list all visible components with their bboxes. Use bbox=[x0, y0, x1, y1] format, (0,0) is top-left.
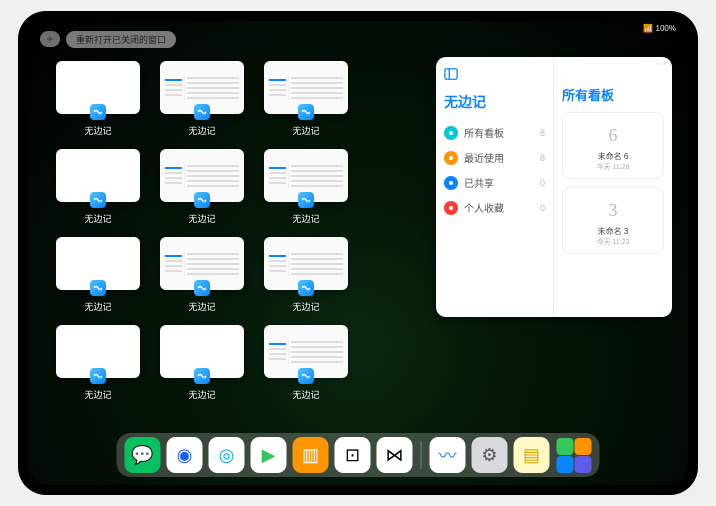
category-icon bbox=[444, 176, 458, 190]
freeform-app-icon bbox=[194, 192, 210, 208]
dock-app-dice[interactable]: ⊡ bbox=[335, 437, 371, 473]
sidebar-item-label: 已共享 bbox=[464, 175, 494, 190]
window-thumbnail[interactable]: 无边记 bbox=[160, 237, 244, 313]
ipad-device: 📶 100% + 重新打开已关闭的窗口 无边记无边记无边记无边记无边记无边记无边… bbox=[18, 11, 698, 495]
sidebar-item-count: 8 bbox=[540, 153, 545, 163]
window-grid: 无边记无边记无边记无边记无边记无边记无边记无边记无边记无边记无边记无边记 bbox=[56, 57, 424, 429]
thumbnail-label: 无边记 bbox=[84, 388, 111, 401]
sidebar-item-label: 最近使用 bbox=[464, 150, 504, 165]
wifi-icon: 📶 bbox=[643, 24, 653, 33]
dock-app-browser1[interactable]: ◉ bbox=[167, 437, 203, 473]
sidebar-item-count: 0 bbox=[540, 203, 545, 213]
dock-app-books[interactable]: ▥ bbox=[293, 437, 329, 473]
window-thumbnail[interactable]: 无边记 bbox=[56, 149, 140, 225]
window-thumbnail[interactable]: 无边记 bbox=[264, 149, 348, 225]
panel-right-title: 所有看板 bbox=[562, 85, 664, 104]
board-name: 未命名 6 bbox=[598, 151, 629, 162]
category-icon bbox=[444, 126, 458, 140]
panel-title: 无边记 bbox=[444, 92, 545, 112]
battery-label: 100% bbox=[656, 24, 676, 33]
status-bar: 📶 100% bbox=[643, 24, 676, 33]
freeform-app-icon bbox=[90, 368, 106, 384]
dock-app-library[interactable] bbox=[556, 437, 592, 473]
board-name: 未命名 3 bbox=[598, 226, 629, 237]
reopen-closed-window-pill[interactable]: 重新打开已关闭的窗口 bbox=[66, 31, 176, 48]
dock-app-settings[interactable]: ⚙ bbox=[472, 437, 508, 473]
multitask-area: 无边记无边记无边记无边记无边记无边记无边记无边记无边记无边记无边记无边记 ⋯ 无… bbox=[56, 57, 672, 429]
thumbnail-label: 无边记 bbox=[292, 212, 319, 225]
thumbnail-label: 无边记 bbox=[292, 388, 319, 401]
thumbnail-label: 无边记 bbox=[188, 300, 215, 313]
dock-app-wechat[interactable]: 💬 bbox=[125, 437, 161, 473]
add-window-button[interactable]: + bbox=[40, 31, 60, 47]
thumbnail-label: 无边记 bbox=[188, 124, 215, 137]
dock-app-browser2[interactable]: ◎ bbox=[209, 437, 245, 473]
window-thumbnail[interactable]: 无边记 bbox=[56, 237, 140, 313]
plus-icon: + bbox=[46, 32, 53, 46]
category-icon bbox=[444, 201, 458, 215]
freeform-app-icon bbox=[90, 192, 106, 208]
freeform-app-icon bbox=[90, 280, 106, 296]
sidebar-item[interactable]: 最近使用 8 bbox=[444, 145, 545, 170]
category-icon bbox=[444, 151, 458, 165]
sidebar-item[interactable]: 已共享 0 bbox=[444, 170, 545, 195]
freeform-app-icon bbox=[194, 368, 210, 384]
thumbnail-label: 无边记 bbox=[188, 212, 215, 225]
ellipsis-icon[interactable]: ⋯ bbox=[656, 59, 666, 70]
freeform-app-icon bbox=[298, 368, 314, 384]
freeform-panel[interactable]: ⋯ 无边记 所有看板8最近使用8已共享0个人收藏0 所有看板 6未命名 6今天 … bbox=[436, 57, 672, 317]
sidebar-item-label: 所有看板 bbox=[464, 125, 504, 140]
window-thumbnail[interactable]: 无边记 bbox=[56, 325, 140, 401]
dock-separator bbox=[421, 441, 422, 469]
window-thumbnail[interactable]: 无边记 bbox=[160, 149, 244, 225]
board-card[interactable]: 6未命名 6今天 11:28 bbox=[562, 112, 664, 179]
freeform-app-icon bbox=[194, 280, 210, 296]
thumbnail-label: 无边记 bbox=[292, 124, 319, 137]
board-meta: 今天 11:28 bbox=[597, 162, 630, 172]
thumbnail-label: 无边记 bbox=[84, 124, 111, 137]
thumbnail-label: 无边记 bbox=[84, 212, 111, 225]
screen: 📶 100% + 重新打开已关闭的窗口 无边记无边记无边记无边记无边记无边记无边… bbox=[28, 21, 688, 485]
sidebar-item-count: 8 bbox=[540, 128, 545, 138]
freeform-app-icon bbox=[298, 192, 314, 208]
sidebar-item-label: 个人收藏 bbox=[464, 200, 504, 215]
window-thumbnail[interactable]: 无边记 bbox=[264, 325, 348, 401]
board-preview: 3 bbox=[597, 194, 629, 226]
dock: 💬◉◎▶▥⊡⋈ 〰⚙▤ bbox=[117, 433, 600, 477]
board-card[interactable]: 3未命名 3今天 11:23 bbox=[562, 187, 664, 254]
sidebar-item[interactable]: 所有看板 8 bbox=[444, 120, 545, 145]
thumbnail-label: 无边记 bbox=[84, 300, 111, 313]
thumbnail-label: 无边记 bbox=[292, 300, 319, 313]
window-thumbnail[interactable]: 无边记 bbox=[264, 61, 348, 137]
freeform-app-icon bbox=[194, 104, 210, 120]
freeform-app-icon bbox=[298, 104, 314, 120]
board-meta: 今天 11:23 bbox=[597, 237, 630, 247]
sidebar-item-count: 0 bbox=[540, 178, 545, 188]
freeform-app-icon bbox=[298, 280, 314, 296]
panel-content: 所有看板 6未命名 6今天 11:28 3未命名 3今天 11:23 bbox=[554, 57, 672, 317]
window-thumbnail[interactable]: 无边记 bbox=[160, 325, 244, 401]
sidebar-toggle-icon[interactable] bbox=[444, 67, 458, 81]
sidebar-item[interactable]: 个人收藏 0 bbox=[444, 195, 545, 220]
window-thumbnail[interactable]: 无边记 bbox=[264, 237, 348, 313]
freeform-app-icon bbox=[90, 104, 106, 120]
board-preview: 6 bbox=[597, 119, 629, 151]
panel-sidebar: 无边记 所有看板 8 最近使用 8 已共享 0 个人收藏 0 bbox=[436, 57, 554, 317]
window-thumbnail[interactable]: 无边记 bbox=[56, 61, 140, 137]
thumbnail-label: 无边记 bbox=[188, 388, 215, 401]
reopen-label: 重新打开已关闭的窗口 bbox=[76, 35, 166, 45]
dock-app-media[interactable]: ▶ bbox=[251, 437, 287, 473]
window-thumbnail[interactable]: 无边记 bbox=[160, 61, 244, 137]
dock-app-connect[interactable]: ⋈ bbox=[377, 437, 413, 473]
dock-app-freeform[interactable]: 〰 bbox=[430, 437, 466, 473]
dock-app-notes[interactable]: ▤ bbox=[514, 437, 550, 473]
